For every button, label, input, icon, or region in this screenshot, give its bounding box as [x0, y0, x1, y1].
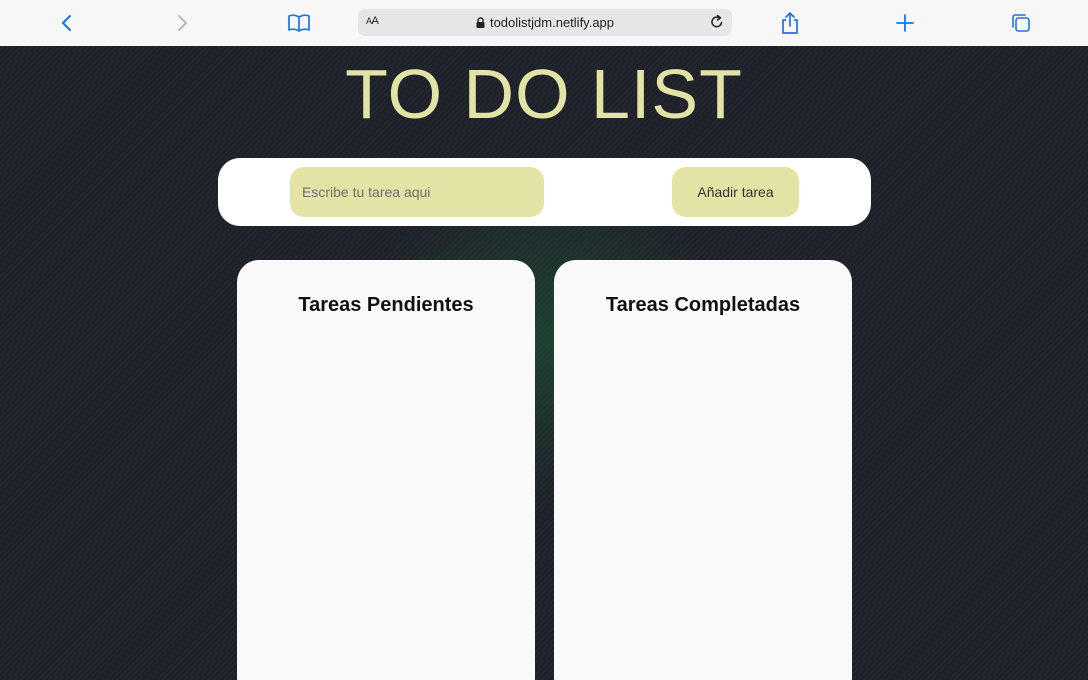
bookmarks-icon[interactable]: [284, 8, 314, 38]
forward-icon[interactable]: [167, 8, 197, 38]
reload-icon[interactable]: [708, 13, 726, 36]
page-title: TO DO LIST: [345, 55, 743, 133]
completed-tasks-title: Tareas Completadas: [605, 294, 801, 316]
url-text: todolistjdm.netlify.app: [489, 15, 615, 30]
page-content: TO DO LIST Añadir tarea Tareas Pendiente…: [0, 46, 1088, 680]
completed-tasks-card: Tareas Completadas: [554, 260, 852, 680]
address-bar[interactable]: AA todolistjdm.netlify.app: [358, 9, 732, 36]
task-input[interactable]: [290, 167, 544, 217]
pending-tasks-title: Tareas Pendientes: [298, 294, 474, 316]
pending-tasks-card: Tareas Pendientes: [237, 260, 535, 680]
browser-toolbar: AA todolistjdm.netlify.app: [0, 0, 1088, 47]
lock-icon: [476, 16, 485, 31]
url-display[interactable]: todolistjdm.netlify.app: [358, 15, 732, 31]
back-icon[interactable]: [52, 8, 82, 38]
task-input-bar: Añadir tarea: [218, 158, 871, 226]
new-tab-icon[interactable]: [890, 8, 920, 38]
tabs-icon[interactable]: [1006, 8, 1036, 38]
share-icon[interactable]: [775, 8, 805, 38]
add-task-button[interactable]: Añadir tarea: [672, 167, 799, 217]
